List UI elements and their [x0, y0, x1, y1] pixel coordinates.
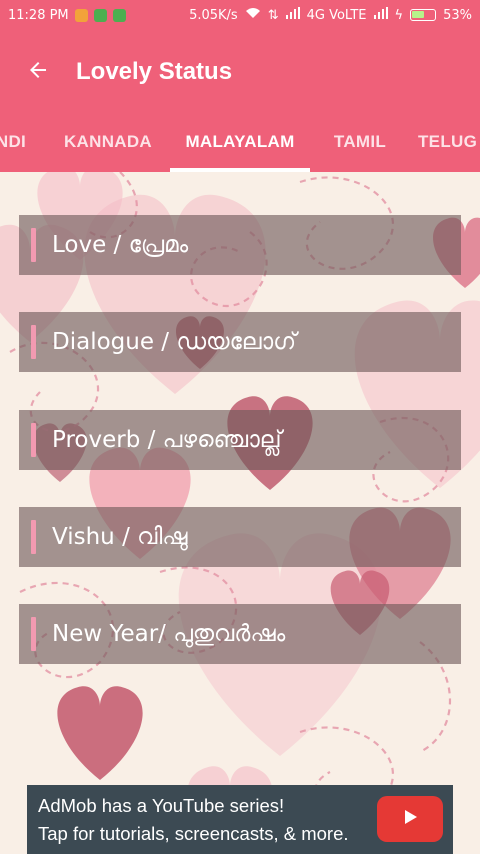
page-title: Lovely Status — [76, 58, 233, 85]
card-accent-bar — [31, 325, 36, 359]
card-accent-bar — [31, 423, 36, 457]
category-label: New Year/ പുതുവർഷം — [52, 621, 286, 647]
card-accent-bar — [31, 617, 36, 651]
category-label: Proverb / പഴഞ്ചൊല്ല് — [52, 427, 282, 453]
language-tabs: NDI KANNADA MALAYALAM TAMIL TELUG — [0, 114, 480, 172]
card-accent-bar — [31, 520, 36, 554]
category-label: Vishu / വിഷു — [52, 524, 188, 550]
signal-icon-2 — [373, 7, 388, 23]
ad-headline: AdMob has a YouTube series! — [38, 795, 285, 816]
back-button[interactable] — [0, 30, 76, 114]
android-notification-icon-2 — [112, 8, 126, 22]
battery-percent: 53% — [443, 7, 472, 23]
category-dialogue[interactable]: Dialogue / ഡയലോഗ് — [19, 312, 461, 372]
tab-kannada[interactable]: KANNADA — [54, 114, 162, 172]
ad-subtext: Tap for tutorials, screencasts, & more. — [38, 823, 349, 844]
tab-telugu[interactable]: TELUG — [418, 114, 480, 172]
network-type: 4G VoLTE — [306, 7, 367, 23]
charging-icon: ϟ — [394, 7, 404, 23]
tab-tamil[interactable]: TAMIL — [318, 114, 402, 172]
signal-icon — [285, 7, 300, 23]
category-proverb[interactable]: Proverb / പഴഞ്ചൊല്ല് — [19, 410, 461, 470]
admob-banner[interactable]: AdMob has a YouTube series! Tap for tuto… — [27, 785, 453, 854]
card-accent-bar — [31, 228, 36, 262]
category-love[interactable]: Love / പ്രേമം — [19, 215, 461, 275]
youtube-play-button[interactable] — [377, 796, 443, 842]
tab-malayalam[interactable]: MALAYALAM — [170, 114, 310, 172]
battery-icon — [410, 9, 437, 21]
category-new-year[interactable]: New Year/ പുതുവർഷം — [19, 604, 461, 664]
app-bar: Lovely Status — [0, 30, 480, 114]
data-transfer-icon: ⇅ — [267, 7, 279, 23]
tab-hindi[interactable]: NDI — [0, 114, 42, 172]
category-list: Love / പ്രേമം Dialogue / ഡയലോഗ് Proverb … — [0, 172, 480, 854]
status-bar: 11:28 PM 5.05K/s ⇅ 4G VoLTE ϟ 53% — [0, 0, 480, 30]
category-label: Dialogue / ഡയലോഗ് — [52, 329, 297, 355]
status-time: 11:28 PM — [8, 7, 69, 23]
play-icon — [400, 807, 420, 832]
category-label: Love / പ്രേമം — [52, 232, 189, 258]
network-speed: 5.05K/s — [189, 7, 238, 23]
wifi-icon — [245, 7, 261, 23]
arrow-left-icon — [26, 56, 50, 89]
category-vishu[interactable]: Vishu / വിഷു — [19, 507, 461, 567]
lock-notification-icon — [74, 8, 88, 22]
android-notification-icon — [93, 8, 107, 22]
